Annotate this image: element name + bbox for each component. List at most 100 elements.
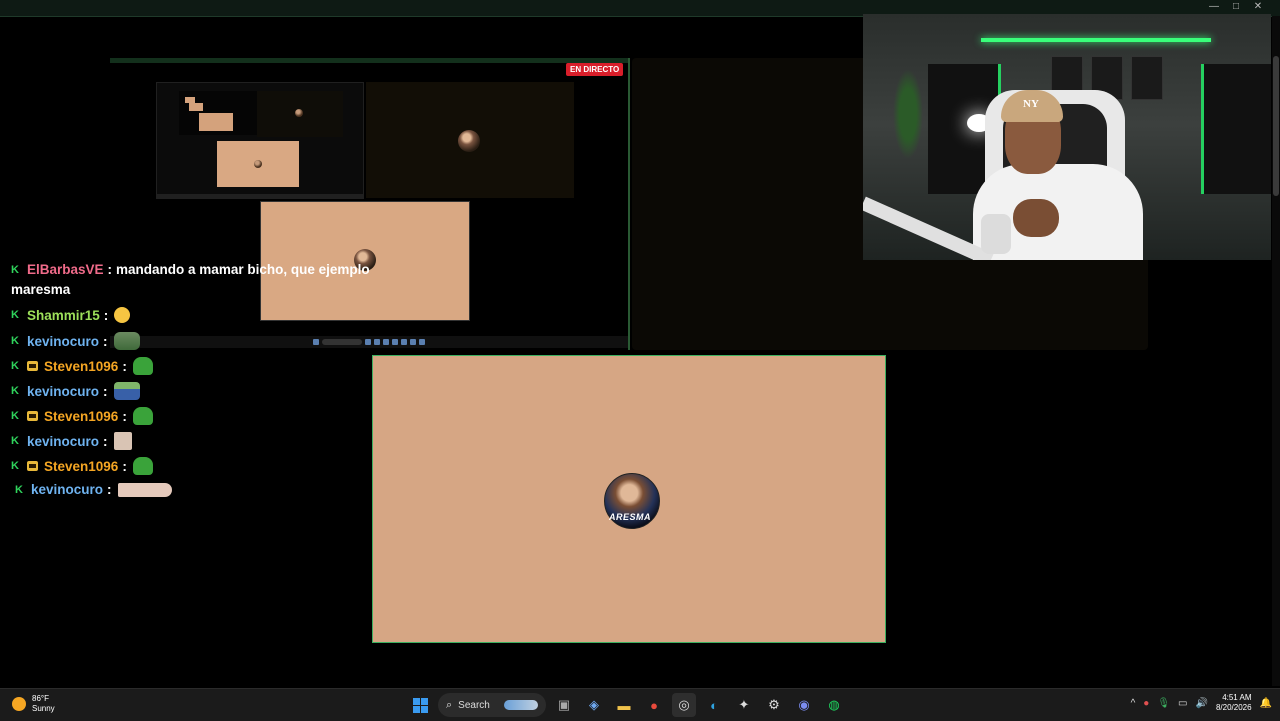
chat-username[interactable]: Shammir15 (27, 308, 100, 323)
boat-emote-icon (113, 382, 140, 400)
channel-avatar-icon: ARESMA (604, 473, 660, 529)
wall-frame (1131, 56, 1163, 100)
capture-peach-window (260, 201, 470, 321)
chat-message: K ElBarbasVE: mandando a mamar bicho, que … (11, 262, 370, 277)
chat-text: maresma (11, 282, 71, 297)
scrollbar[interactable] (1272, 16, 1280, 686)
streamer-hands (1013, 199, 1059, 237)
webcam-feed: NY (863, 14, 1271, 260)
nested-avatar-icon-2 (254, 160, 262, 168)
capture-dark-panel (366, 82, 574, 198)
task-view-icon[interactable]: ▣ (552, 693, 576, 717)
kick-badge-icon: K (11, 385, 19, 397)
pepe2-emote-icon (113, 332, 140, 350)
kick-badge-icon: K (11, 309, 19, 321)
mini-search (322, 339, 362, 345)
tray-app-icon[interactable]: ● (1143, 698, 1149, 709)
minimize-icon[interactable]: — (1208, 1, 1220, 12)
nested-peach-medium (199, 113, 233, 131)
chat-message: Kkevinocuro: (15, 482, 172, 497)
clock[interactable]: 4:51 AM 8/20/2026 (1216, 693, 1252, 713)
copilot-icon[interactable]: ◈ (582, 693, 606, 717)
chat-username[interactable]: kevinocuro (27, 434, 99, 449)
volume-icon[interactable]: 🔊 (1196, 698, 1208, 709)
clock-time: 4:51 AM (1222, 693, 1252, 702)
chat-message: Kkevinocuro: (11, 382, 140, 400)
chat-separator: : (103, 307, 109, 323)
search-highlight-icon (504, 700, 538, 710)
face-emote-icon (114, 307, 131, 323)
hand-emote-icon (117, 482, 172, 497)
chat-username[interactable]: Steven1096 (44, 409, 118, 424)
chat-message: K Shammir15: (11, 307, 131, 323)
search-label: Search (458, 699, 490, 711)
obs-icon[interactable]: ◎ (672, 693, 696, 717)
chat-separator: : (103, 333, 108, 349)
chat-separator: : (103, 383, 108, 399)
notification-bell-icon[interactable]: 🔔 (1260, 698, 1272, 709)
chat-username[interactable]: ElBarbasVE (27, 262, 104, 277)
mini-app-icon (392, 339, 398, 345)
chat-message: K Steven1096: (11, 357, 153, 375)
edge-icon[interactable]: ◐ (702, 693, 726, 717)
pepe-emote-icon (132, 457, 153, 475)
network-icon[interactable]: ▭ (1178, 698, 1187, 709)
kick-badge-icon: K (11, 460, 19, 472)
chat-text: mandando a mamar bicho, que ejemplo (116, 262, 370, 277)
system-tray: ^ ● 🎙 ▭ 🔊 4:51 AM 8/20/2026 🔔 (1131, 693, 1272, 713)
mini-app-icon (410, 339, 416, 345)
search-icon: ⌕ (446, 698, 453, 711)
chat-message-continuation: maresma (11, 282, 70, 297)
weather-temp: 86°F (32, 694, 49, 703)
chat-username[interactable]: Steven1096 (44, 459, 118, 474)
maximize-icon[interactable]: □ (1230, 1, 1242, 12)
chat-username[interactable]: kevinocuro (27, 384, 99, 399)
capture-top-border (110, 58, 628, 63)
cap-logo: NY (1023, 98, 1039, 110)
sun-icon (12, 697, 26, 711)
chat-separator: : (122, 408, 127, 424)
avatar-text: ARESMA (609, 512, 652, 522)
mini-app-icon (401, 339, 407, 345)
chat-username[interactable]: kevinocuro (31, 482, 103, 497)
file-explorer-icon[interactable]: ▬ (612, 693, 636, 717)
kick-badge-icon: K (11, 360, 19, 372)
spotify-icon[interactable]: ◍ (822, 693, 846, 717)
chat-username[interactable]: kevinocuro (27, 334, 99, 349)
mini-start-icon (313, 339, 319, 345)
microphone-icon[interactable]: 🎙 (1157, 698, 1170, 709)
chrome-icon[interactable]: ● (642, 693, 666, 717)
mini-app-icon (365, 339, 371, 345)
windows-logo-icon (412, 697, 428, 713)
scrollbar-thumb[interactable] (1273, 56, 1279, 196)
chat-message: Kkevinocuro: (11, 332, 140, 350)
plant (893, 69, 923, 159)
discord-icon[interactable]: ◉ (792, 693, 816, 717)
capture-avatar-icon (458, 130, 480, 152)
nested-dark-panel (257, 91, 343, 137)
app-icon[interactable]: ✦ (732, 693, 756, 717)
crown-badge-icon (27, 361, 38, 371)
kick-badge-icon: K (11, 410, 19, 422)
nested-capture (156, 82, 364, 199)
chevron-up-icon[interactable]: ^ (1131, 698, 1136, 709)
chat-separator: : (122, 458, 127, 474)
mini-app-icon (374, 339, 380, 345)
nested-peach-small (189, 103, 203, 111)
acoustic-panel-right (1201, 64, 1271, 194)
close-icon[interactable]: ✕ (1252, 1, 1264, 12)
weather-widget[interactable]: 86°F Sunny (12, 694, 55, 714)
screen-capture-preview: EN DIRECTO (110, 58, 630, 350)
start-button[interactable] (408, 693, 432, 717)
nested-avatar-icon (295, 109, 303, 117)
taskbar-search[interactable]: ⌕ Search (438, 693, 546, 717)
main-peach-window: ARESMA (372, 355, 886, 643)
chat-message: Kkevinocuro: (11, 432, 132, 450)
chat-message: K Steven1096: (11, 457, 153, 475)
capture-taskbar (110, 336, 628, 348)
chat-username[interactable]: Steven1096 (44, 359, 118, 374)
kick-badge-icon: K (11, 263, 19, 276)
nested-taskbar (157, 194, 363, 198)
neon-light-bar (981, 38, 1211, 42)
steam-icon[interactable]: ⚙ (762, 693, 786, 717)
